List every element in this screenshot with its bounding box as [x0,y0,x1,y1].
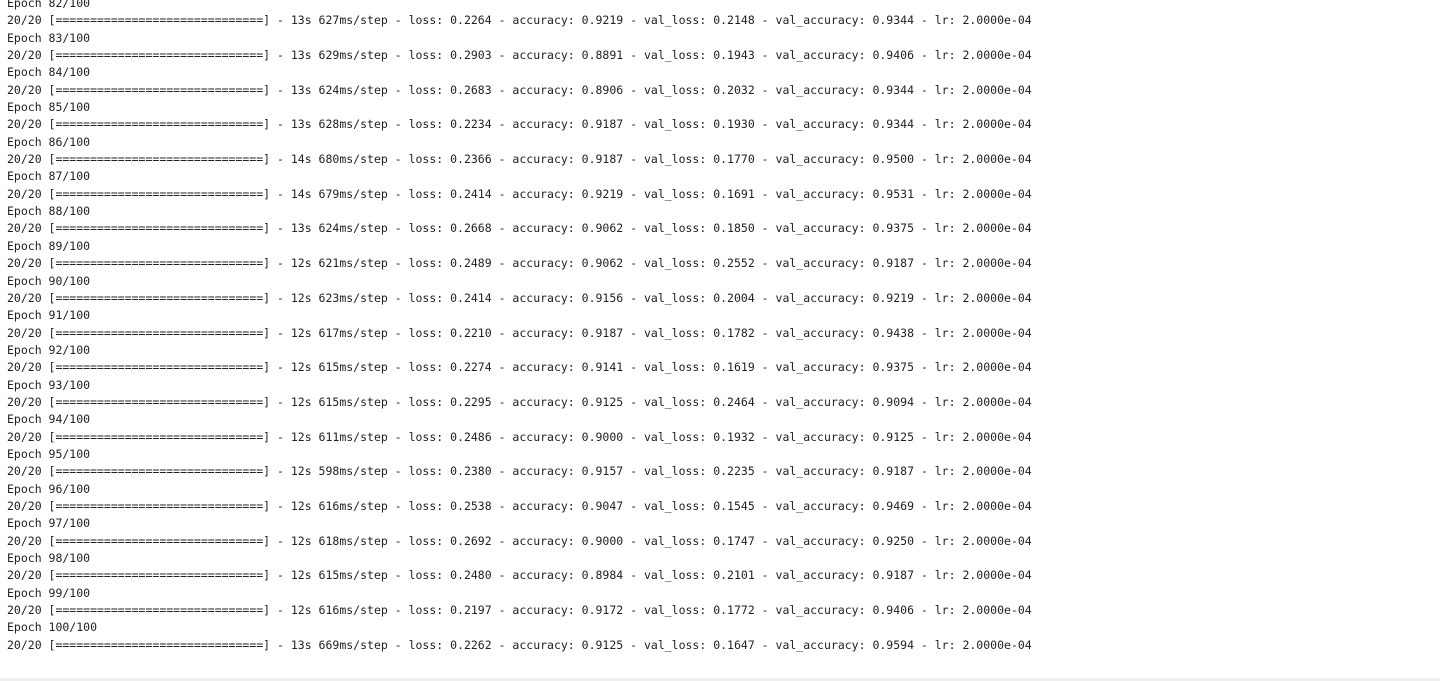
epoch-progress-line: 20/20 [==============================] -… [7,290,1032,305]
epoch-header-line: Epoch 97/100 [7,516,91,531]
epoch-header-line: Epoch 95/100 [7,446,91,461]
epoch-header-line: Epoch 86/100 [7,134,91,149]
training-log-output: Epoch 82/100 20/20 [=====================… [7,0,1032,654]
epoch-header-line: Epoch 89/100 [7,238,91,253]
epoch-progress-line: 20/20 [==============================] -… [7,117,1032,132]
epoch-header-line: Epoch 93/100 [7,377,91,392]
epoch-progress-line: 20/20 [==============================] -… [7,568,1032,583]
epoch-header-line: Epoch 85/100 [7,100,91,115]
epoch-progress-line: 20/20 [==============================] -… [7,637,1032,652]
epoch-progress-line: 20/20 [==============================] -… [7,13,1032,28]
epoch-progress-line: 20/20 [==============================] -… [7,464,1032,479]
epoch-progress-line: 20/20 [==============================] -… [7,429,1032,444]
epoch-progress-line: 20/20 [==============================] -… [7,533,1032,548]
epoch-progress-line: 20/20 [==============================] -… [7,498,1032,513]
epoch-header-line: Epoch 90/100 [7,273,91,288]
epoch-header-line: Epoch 84/100 [7,65,91,80]
epoch-progress-line: 20/20 [==============================] -… [7,186,1032,201]
epoch-progress-line: 20/20 [==============================] -… [7,360,1032,375]
epoch-progress-line: 20/20 [==============================] -… [7,603,1032,618]
epoch-progress-line: 20/20 [==============================] -… [7,325,1032,340]
epoch-progress-line: 20/20 [==============================] -… [7,82,1032,97]
epoch-header-line: Epoch 96/100 [7,481,91,496]
epoch-header-line: Epoch 83/100 [7,30,91,45]
epoch-header-line: Epoch 82/100 [7,0,91,10]
epoch-header-line: Epoch 98/100 [7,551,91,565]
epoch-progress-line: 20/20 [==============================] -… [7,256,1032,271]
epoch-progress-line: 20/20 [==============================] -… [7,221,1032,236]
epoch-header-line: Epoch 100/100 [7,620,98,635]
epoch-header-line: Epoch 88/100 [7,204,91,219]
epoch-progress-line: 20/20 [==============================] -… [7,152,1032,167]
epoch-header-line: Epoch 91/100 [7,308,91,323]
epoch-header-line: Epoch 94/100 [7,412,91,427]
epoch-progress-line: 20/20 [==============================] -… [7,48,1032,63]
epoch-progress-line: 20/20 [==============================] -… [7,394,1032,409]
epoch-header-line: Epoch 99/100 [7,585,91,600]
epoch-header-line: Epoch 87/100 [7,169,91,184]
epoch-header-line: Epoch 92/100 [7,342,91,357]
